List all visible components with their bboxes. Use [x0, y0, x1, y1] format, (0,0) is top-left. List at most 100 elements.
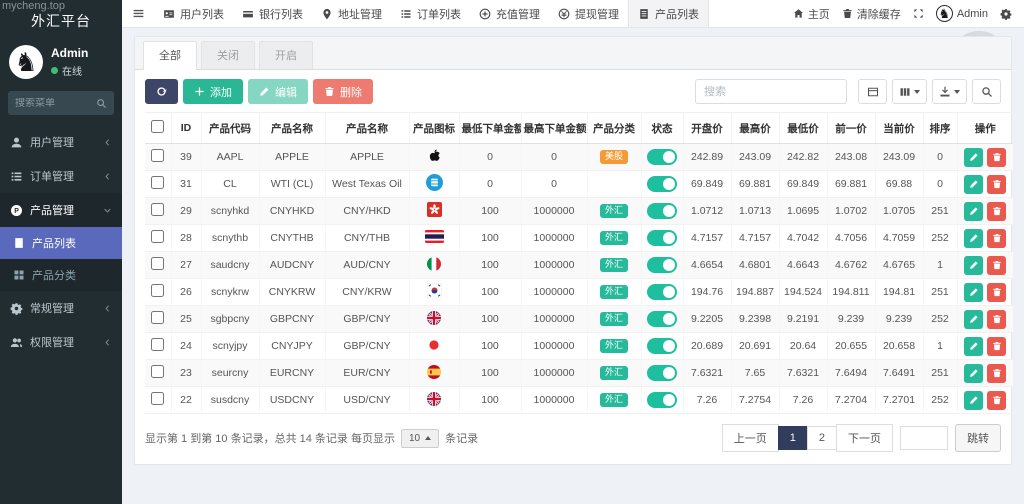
status-toggle[interactable]	[647, 230, 677, 246]
topbar-tab-提现管理[interactable]: 提现管理	[549, 0, 628, 27]
per-page-select[interactable]: 10	[401, 429, 439, 448]
add-button[interactable]: 添加	[183, 79, 243, 104]
topbar-tab-label: 订单列表	[417, 6, 461, 22]
cell-low: 69.849	[779, 171, 827, 198]
cell-low: 4.6643	[779, 252, 827, 279]
cell-max-amount: 0	[521, 144, 587, 171]
row-edit-button[interactable]	[964, 364, 983, 383]
row-checkbox-cell	[145, 171, 171, 198]
row-delete-button[interactable]	[987, 391, 1006, 410]
row-checkbox[interactable]	[151, 284, 164, 297]
jump-page-input[interactable]	[900, 426, 948, 450]
idcard-icon	[163, 8, 175, 20]
row-delete-button[interactable]	[987, 229, 1006, 248]
sidebar-menu: 用户管理订单管理P产品管理产品列表产品分类常规管理权限管理	[0, 125, 122, 359]
row-edit-button[interactable]	[964, 148, 983, 167]
filter-tab-关闭[interactable]: 关闭	[201, 41, 255, 69]
hamburger-icon[interactable]	[122, 0, 154, 27]
avatar: ♞	[936, 5, 953, 22]
status-toggle[interactable]	[647, 338, 677, 354]
edit-button[interactable]: 编辑	[248, 79, 308, 104]
card-view-button[interactable]	[858, 79, 887, 104]
sidebar-item-产品列表[interactable]: 产品列表	[0, 227, 122, 259]
topbar-tab-地址管理[interactable]: 地址管理	[312, 0, 391, 27]
status-toggle[interactable]	[647, 365, 677, 381]
row-delete-button[interactable]	[987, 175, 1006, 194]
chevron-left-icon	[103, 138, 112, 147]
fullscreen-icon[interactable]	[913, 8, 924, 19]
row-delete-button[interactable]	[987, 310, 1006, 329]
sidebar-item-产品管理[interactable]: P产品管理	[0, 193, 122, 227]
row-delete-button[interactable]	[987, 202, 1006, 221]
row-delete-button[interactable]	[987, 364, 1006, 383]
row-delete-button[interactable]	[987, 256, 1006, 275]
sidebar-item-常规管理[interactable]: 常规管理	[0, 291, 122, 325]
filter-tab-开启[interactable]: 开启	[259, 41, 313, 69]
watermark-text: mycheng.top	[2, 0, 65, 12]
row-checkbox-cell	[145, 360, 171, 387]
row-checkbox[interactable]	[151, 311, 164, 324]
status-toggle[interactable]	[647, 149, 677, 165]
row-edit-button[interactable]	[964, 391, 983, 410]
row-checkbox[interactable]	[151, 365, 164, 378]
row-checkbox[interactable]	[151, 149, 164, 162]
row-checkbox[interactable]	[151, 338, 164, 351]
search-button[interactable]	[972, 79, 1001, 104]
row-edit-button[interactable]	[964, 256, 983, 275]
filter-tab-全部[interactable]: 全部	[143, 41, 197, 70]
row-checkbox[interactable]	[151, 257, 164, 270]
status-toggle[interactable]	[647, 392, 677, 408]
sidebar-item-订单管理[interactable]: 订单管理	[0, 159, 122, 193]
row-checkbox[interactable]	[151, 230, 164, 243]
row-checkbox[interactable]	[151, 176, 164, 189]
topbar-tab-充值管理[interactable]: 充值管理	[470, 0, 549, 27]
row-edit-button[interactable]	[964, 229, 983, 248]
table-search-input[interactable]	[695, 79, 847, 104]
row-edit-button[interactable]	[964, 175, 983, 194]
row-delete-button[interactable]	[987, 337, 1006, 356]
row-edit-button[interactable]	[964, 202, 983, 221]
settings-gear-icon[interactable]	[1000, 8, 1012, 20]
sidebar-item-权限管理[interactable]: 权限管理	[0, 325, 122, 359]
prev-page-button[interactable]: 上一页	[722, 424, 779, 452]
row-delete-button[interactable]	[987, 148, 1006, 167]
delete-button[interactable]: 删除	[313, 79, 373, 104]
row-edit-button[interactable]	[964, 337, 983, 356]
cell-id: 22	[171, 387, 201, 414]
sidebar-item-产品分类[interactable]: 产品分类	[0, 259, 122, 291]
row-checkbox[interactable]	[151, 392, 164, 405]
status-toggle[interactable]	[647, 311, 677, 327]
cell-current: 4.7059	[875, 225, 923, 252]
topbar-link-清除缓存[interactable]: 清除缓存	[842, 6, 901, 22]
status-toggle[interactable]	[647, 176, 677, 192]
topbar-tab-银行列表[interactable]: 银行列表	[233, 0, 312, 27]
row-edit-button[interactable]	[964, 310, 983, 329]
select-all-checkbox[interactable]	[151, 120, 164, 133]
topbar: 用户列表银行列表地址管理 订单列表充值管理提现管理产品列表 主页 清除缓存 ♞Admi…	[122, 0, 1024, 28]
page-button-1[interactable]: 1	[778, 426, 808, 450]
jump-button[interactable]: 跳转	[955, 424, 1001, 452]
topbar-link-label: 清除缓存	[857, 6, 901, 22]
topbar-link-主页[interactable]: 主页	[793, 6, 830, 22]
cell-min-amount: 0	[459, 171, 521, 198]
topbar-tab-订单列表[interactable]: 订单列表	[391, 0, 470, 27]
sidebar-item-用户管理[interactable]: 用户管理	[0, 125, 122, 159]
columns-button[interactable]	[892, 79, 927, 104]
status-toggle[interactable]	[647, 203, 677, 219]
export-button[interactable]	[932, 79, 967, 104]
topbar-tab-产品列表[interactable]: 产品列表	[628, 0, 709, 27]
next-page-button[interactable]: 下一页	[836, 424, 893, 452]
row-checkbox[interactable]	[151, 203, 164, 216]
page-button-2[interactable]: 2	[807, 426, 837, 450]
status-toggle[interactable]	[647, 284, 677, 300]
status-toggle[interactable]	[647, 257, 677, 273]
topbar-user[interactable]: ♞Admin	[936, 5, 988, 22]
row-edit-button[interactable]	[964, 283, 983, 302]
column-header-状态: 状态	[641, 113, 683, 144]
row-delete-button[interactable]	[987, 283, 1006, 302]
refresh-button[interactable]	[145, 79, 178, 104]
topbar-tab-用户列表[interactable]: 用户列表	[154, 0, 233, 27]
sidebar-search-input[interactable]	[15, 98, 96, 109]
column-header-前一价: 前一价	[827, 113, 875, 144]
doc-icon	[13, 237, 25, 249]
